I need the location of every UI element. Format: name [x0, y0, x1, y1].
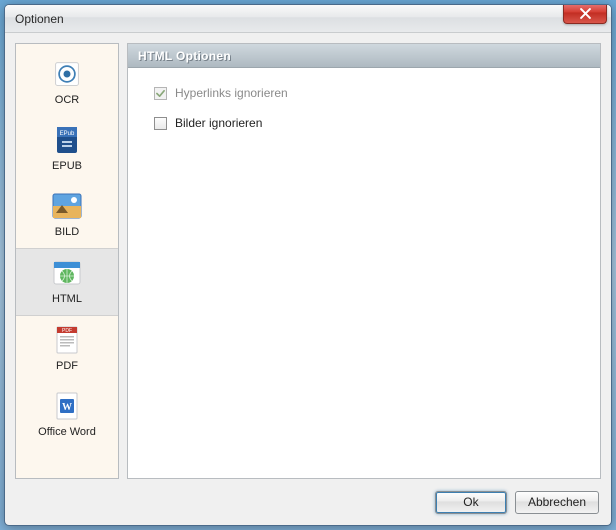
category-sidebar: OCR EPub EPUB	[15, 43, 119, 479]
svg-text:EPub: EPub	[60, 131, 75, 137]
cancel-button[interactable]: Abbrechen	[515, 491, 599, 514]
sidebar-item-html[interactable]: HTML	[16, 248, 118, 316]
sidebar-item-label: BILD	[55, 226, 79, 238]
checkbox-images-ignore[interactable]	[154, 117, 167, 130]
sidebar-item-epub[interactable]: EPub EPUB	[16, 116, 118, 182]
option-label: Hyperlinks ignorieren	[175, 86, 288, 100]
svg-text:PDF: PDF	[62, 328, 72, 334]
check-icon	[156, 89, 165, 98]
ocr-icon	[51, 58, 83, 90]
sidebar-item-bild[interactable]: BILD	[16, 182, 118, 248]
option-images-ignore[interactable]: Bilder ignorieren	[154, 116, 574, 130]
checkbox-hyperlinks-ignore	[154, 87, 167, 100]
titlebar: Optionen	[5, 5, 611, 33]
pdf-icon: PDF	[51, 324, 83, 356]
html-icon	[51, 257, 83, 289]
close-icon	[580, 8, 591, 19]
svg-text:W: W	[62, 402, 72, 413]
panel-body: Hyperlinks ignorieren Bilder ignorieren	[128, 68, 600, 478]
option-label: Bilder ignorieren	[175, 116, 262, 130]
epub-icon: EPub	[51, 124, 83, 156]
sidebar-item-label: OCR	[55, 94, 79, 106]
dialog-footer: Ok Abbrechen	[5, 485, 611, 525]
sidebar-item-office-word[interactable]: W Office Word	[16, 382, 118, 448]
dialog-window: Optionen OCR	[4, 4, 612, 526]
sidebar-item-pdf[interactable]: PDF PDF	[16, 316, 118, 382]
panel-title: HTML Optionen	[128, 44, 600, 68]
sidebar-item-label: Office Word	[38, 426, 96, 438]
content-area: OCR EPub EPUB	[5, 33, 611, 485]
sidebar-item-label: PDF	[56, 360, 78, 372]
sidebar-item-label: EPUB	[52, 160, 82, 172]
option-hyperlinks-ignore: Hyperlinks ignorieren	[154, 86, 574, 100]
image-icon	[51, 190, 83, 222]
sidebar-item-label: HTML	[52, 293, 82, 305]
sidebar-item-ocr[interactable]: OCR	[16, 50, 118, 116]
options-panel: HTML Optionen Hyperlinks ignorieren Bild…	[127, 43, 601, 479]
word-icon: W	[51, 390, 83, 422]
ok-button[interactable]: Ok	[435, 491, 507, 514]
window-title: Optionen	[15, 12, 64, 26]
window-close-button[interactable]	[563, 4, 607, 24]
